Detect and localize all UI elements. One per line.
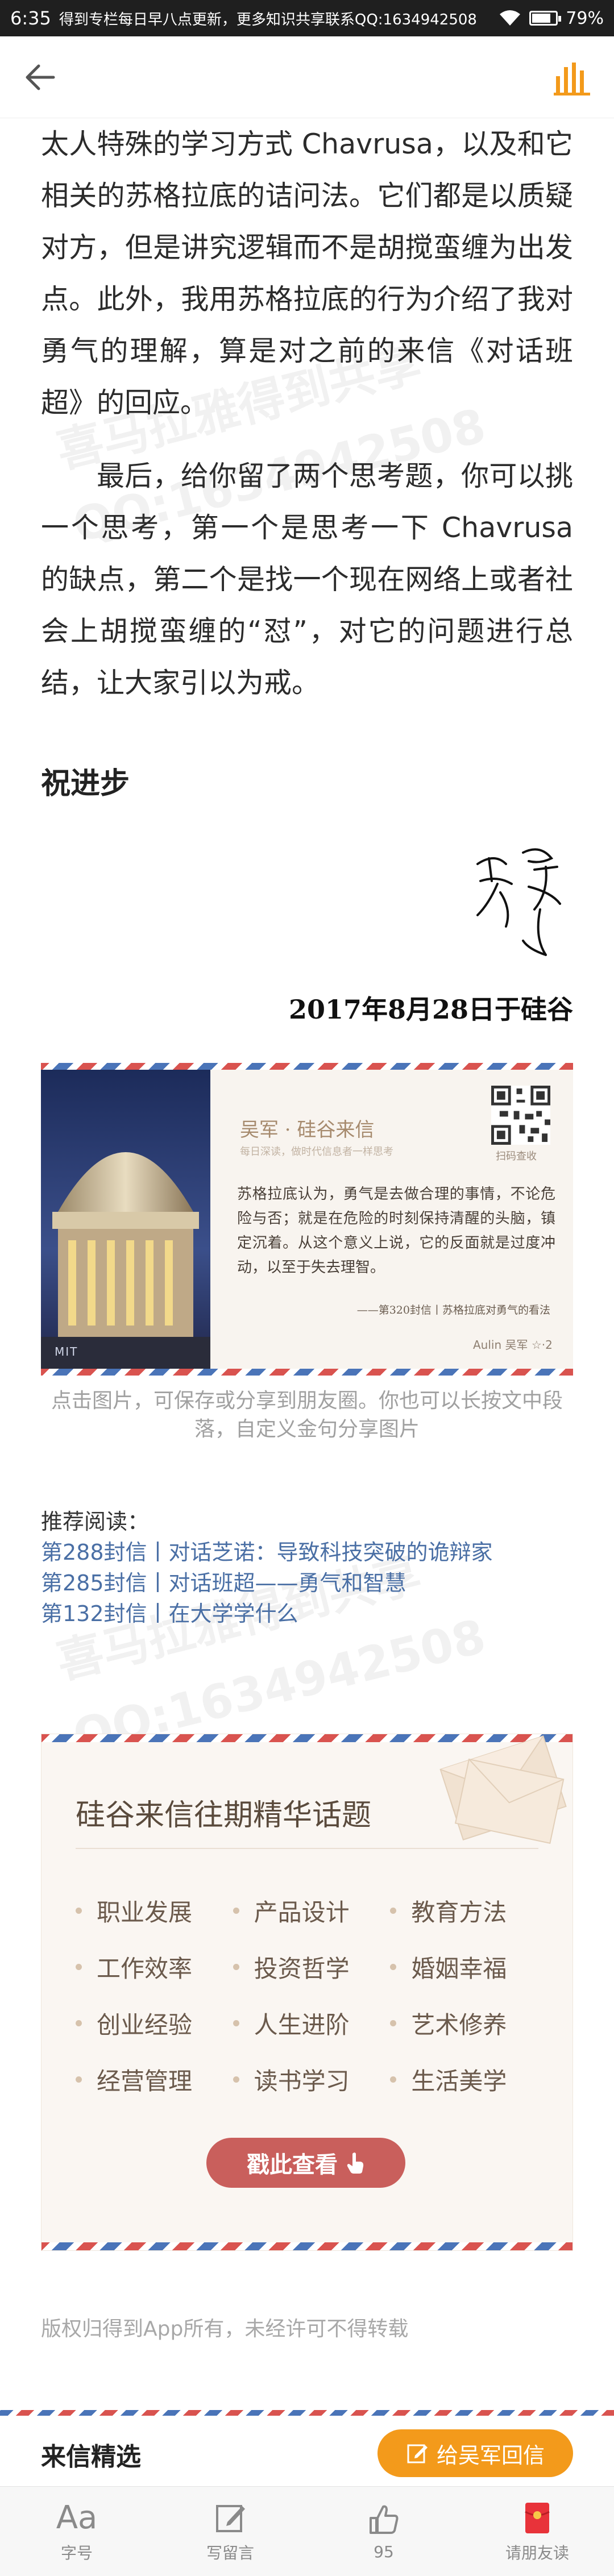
article-paragraph[interactable]: 最后，给你留了两个思考题，你可以挑一个思考，第一个是思考一下 Chavrusa … [41,450,573,709]
bullet-dot-icon [390,2020,397,2026]
recommended-title: 推荐阅读： [41,1509,150,1534]
topic-item[interactable]: 人生进阶 [233,2006,391,2041]
article-greeting: 祝进步 [41,767,130,801]
bullet-dot-icon [76,1964,82,1970]
airmail-stripe [42,2242,572,2250]
topic-label: 工作效率 [97,1955,193,1983]
article-paragraph[interactable]: 太人特殊的学习方式 Chavrusa，以及和它相关的苏格拉底的诘问法。它们都是以… [41,118,573,429]
quote-card-image[interactable]: MIT 吴军 · 硅谷来信 每日深读，做时代信息者一样思考 扫码查收 苏格拉底认… [41,1063,573,1376]
status-right: 79% [499,9,604,28]
topics-grid: 职业发展 产品设计 教育方法工作效率 投资哲学 婚姻幸福创业经验 人生进阶 艺术修养经营管理… [76,1893,547,2097]
topic-label: 人生进阶 [254,2011,350,2039]
tab-like[interactable]: 95 [307,2487,460,2576]
topic-item[interactable]: 产品设计 [233,1893,391,1928]
qr-label: 扫码查收 [496,1150,537,1162]
bullet-dot-icon [76,1908,82,1914]
like-count: 95 [374,2542,394,2561]
recommended-link[interactable]: 第288封信丨对话芝诺：导致科技突破的诡辩家 [41,1537,493,1568]
card-subtitle: 每日深读，做时代信息者一样思考 [240,1146,393,1158]
topic-label: 教育方法 [411,1898,507,1926]
card-signature: Aulin 吴军 ☆·2 [473,1338,553,1352]
letters-title: 来信精选 [41,2442,141,2471]
qr-code-icon [491,1086,550,1145]
topics-title: 硅谷来信往期精华话题 [76,1798,372,1833]
signature-image [476,848,561,956]
topic-label: 产品设计 [254,1898,350,1926]
topic-item[interactable]: 生活美学 [390,2062,547,2097]
reply-button[interactable]: 给吴军回信 [377,2429,573,2477]
share-hint: 点击图片，可保存或分享到朋友圈。你也可以长按文中段落，自定义金句分享图片 [51,1389,563,1441]
topic-label: 投资哲学 [254,1955,350,1983]
topic-label: 职业发展 [97,1898,193,1926]
status-notice: 得到专栏每日早八点更新，更多知识共享联系QQ:1634942508 [59,11,477,28]
tab-comment[interactable]: 写留言 [154,2487,307,2576]
bullet-dot-icon [390,2076,397,2083]
tab-label: 写留言 [206,2543,254,2562]
topics-card: 硅谷来信往期精华话题 职业发展 产品设计 教育方法工作效率 投资哲学 婚姻幸福创业经验 人… [41,1734,573,2251]
edit-icon [407,2444,428,2463]
photo-label: MIT [55,1345,78,1358]
topic-item[interactable]: 读书学习 [233,2062,391,2097]
envelope-icon [439,1735,567,1844]
topic-label: 经营管理 [97,2067,193,2095]
status-bar: 6:35 得到专栏每日早八点更新，更多知识共享联系QQ:1634942508 7… [0,0,614,36]
bullet-dot-icon [233,2020,239,2026]
mit-dome-photo [41,1070,210,1369]
topic-item[interactable]: 艺术修养 [390,2006,547,2041]
app-header [0,36,614,118]
card-source: ——第320封信丨苏格拉底对勇气的看法 [356,1304,550,1316]
hand-pointer-icon [347,2153,364,2174]
topic-item[interactable]: 创业经验 [76,2006,233,2041]
airmail-stripe [41,1063,573,1070]
view-topics-button[interactable]: 戳此查看 [206,2138,405,2188]
topic-item[interactable]: 教育方法 [390,1893,547,1928]
divider [76,1848,538,1849]
tab-font-size[interactable]: Aa 字号 [0,2487,154,2576]
airmail-stripe [0,2410,614,2416]
red-envelope-icon [525,2502,550,2533]
topic-label: 创业经验 [97,2011,193,2039]
bullet-dot-icon [390,1964,397,1970]
bullet-dot-icon [233,1908,239,1914]
bullet-dot-icon [233,2076,239,2083]
bottom-tab-bar: Aa 字号 写留言 95 请朋友读 [0,2486,614,2576]
status-time: 6:35 [10,7,51,29]
audio-bars-icon[interactable] [554,61,590,95]
topic-label: 读书学习 [254,2067,350,2095]
thumbs-up-icon [370,2505,399,2534]
tab-invite[interactable]: 请朋友读 [460,2487,614,2576]
recommended-reading: 推荐阅读： 第288封信丨对话芝诺：导致科技突破的诡辩家 第285封信丨对话班超… [41,1506,493,1629]
battery-percent: 79% [566,8,604,28]
bullet-dot-icon [76,2020,82,2026]
arrow-left-icon[interactable] [22,59,58,95]
airmail-stripe [41,1369,573,1376]
reply-button-label: 给吴军回信 [436,2442,545,2468]
bullet-dot-icon [76,2076,82,2083]
copyright-notice: 版权归得到App所有，未经许可不得转载 [41,2317,409,2341]
pen-square-icon [216,2504,245,2532]
topic-item[interactable]: 职业发展 [76,1893,233,1928]
article-date: 2017年8月28日于硅谷 [288,994,573,1025]
tab-label: 字号 [60,2543,93,2562]
topic-item[interactable]: 婚姻幸福 [390,1950,547,1984]
topic-item[interactable]: 经营管理 [76,2062,233,2097]
letters-bar: 来信精选 给吴军回信 [0,2416,614,2486]
bullet-dot-icon [390,1908,397,1914]
view-topics-label: 戳此查看 [247,2152,338,2178]
topic-label: 生活美学 [411,2067,507,2095]
bullet-dot-icon [233,1964,239,1970]
card-title: 吴军 · 硅谷来信 [240,1119,375,1141]
wifi-icon [500,10,521,26]
font-size-icon: Aa [56,2499,98,2536]
recommended-link[interactable]: 第285封信丨对话班超——勇气和智慧 [41,1568,493,1598]
article-body: 太人特殊的学习方式 Chavrusa，以及和它相关的苏格拉底的诘问法。它们都是以… [41,118,573,709]
tab-label: 请朋友读 [505,2543,569,2562]
card-quote: 苏格拉底认为，勇气是去做合理的事情，不论危险与否；就是在危险的时刻保持清醒的头脑… [237,1186,555,1276]
battery-icon [529,11,562,26]
topic-item[interactable]: 工作效率 [76,1950,233,1984]
recommended-link[interactable]: 第132封信丨在大学学什么 [41,1598,493,1629]
topic-item[interactable]: 投资哲学 [233,1950,391,1984]
topic-label: 艺术修养 [411,2011,507,2039]
topic-label: 婚姻幸福 [411,1955,507,1983]
